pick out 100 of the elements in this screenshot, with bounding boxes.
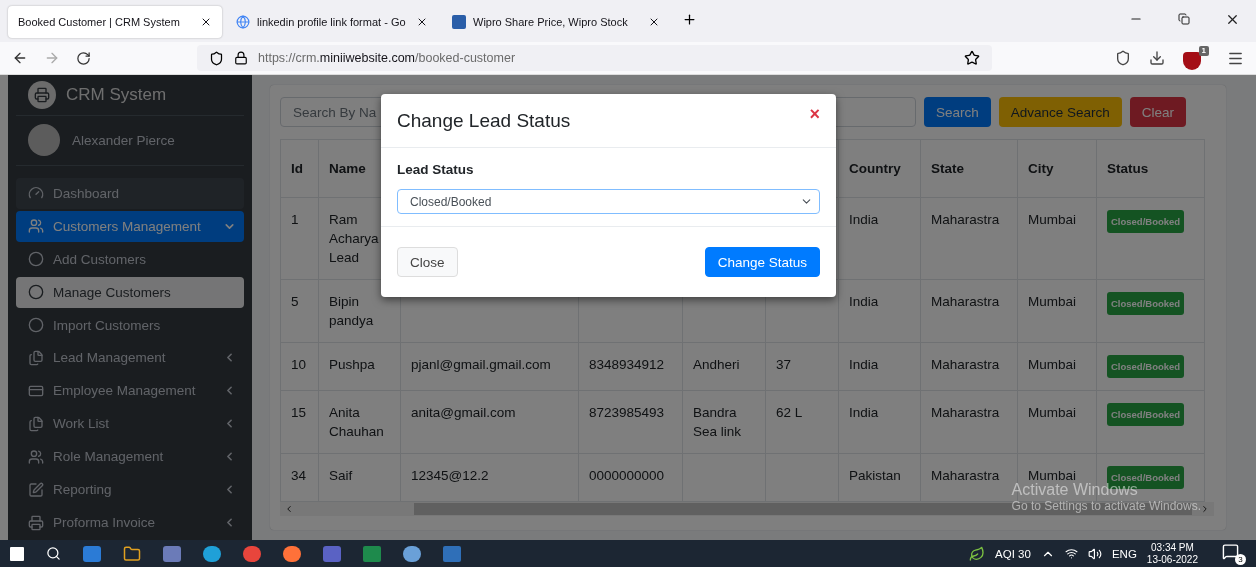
sidebar-item[interactable]: Employee Management — [16, 375, 244, 407]
app-icon[interactable] — [163, 545, 181, 562]
table-cell: India — [838, 279, 921, 343]
table-cell: 10 — [280, 342, 319, 391]
sidebar-item[interactable]: Import Customers — [16, 309, 244, 341]
status-badge: Closed/Booked — [1107, 403, 1185, 426]
table-cell: 34 — [280, 453, 319, 502]
users-icon — [28, 448, 44, 465]
browser-tab[interactable]: Booked Customer | CRM System — [8, 6, 222, 38]
app-icon[interactable] — [283, 545, 301, 562]
sidebar-item[interactable]: Work List — [16, 408, 244, 440]
status-badge: Closed/Booked — [1107, 210, 1185, 233]
table-cell: 1 — [280, 197, 319, 280]
user-name[interactable]: Alexander Pierce — [72, 132, 175, 148]
stock-icon — [452, 15, 466, 29]
column-header: Id — [280, 139, 319, 198]
sidebar-item[interactable]: Customers Management — [16, 210, 244, 242]
table-cell: 37 — [765, 342, 839, 391]
address-bar[interactable]: https://crm.miniiwebsite.com/booked-customer — [197, 45, 992, 71]
column-header: Status — [1096, 139, 1205, 198]
close-icon[interactable] — [416, 16, 428, 28]
shield-icon — [209, 50, 224, 66]
app-icon[interactable] — [83, 545, 101, 562]
table-cell: India — [838, 390, 921, 454]
table-cell: 0000000000 — [578, 453, 683, 502]
table-cell: 15 — [280, 390, 319, 454]
lock-icon — [234, 51, 248, 65]
table-cell: Maharastra — [920, 197, 1018, 280]
table-cell: Maharastra — [920, 342, 1018, 391]
circle-icon — [28, 284, 44, 301]
column-header: City — [1017, 139, 1097, 198]
restore-icon[interactable] — [1178, 13, 1190, 25]
table-cell: India — [838, 197, 921, 280]
action-button[interactable]: Clear — [1129, 97, 1187, 127]
table-cell: 8723985493 — [578, 390, 683, 454]
download-icon[interactable] — [1149, 50, 1165, 66]
table-cell: Mumbai — [1017, 197, 1097, 280]
sidebar-item[interactable]: Role Management — [16, 441, 244, 473]
table-cell: Bandra Sea link — [682, 390, 766, 454]
close-button[interactable]: × — [809, 104, 820, 125]
table-cell: Mumbai — [1017, 279, 1097, 343]
table-cell: 5 — [280, 279, 319, 343]
modal-title: Change Lead Status — [397, 109, 571, 132]
app-icon[interactable] — [443, 545, 461, 562]
close-icon[interactable] — [648, 16, 660, 28]
edit-icon — [28, 481, 44, 498]
chevron-right-icon[interactable] — [1200, 504, 1210, 514]
table-cell: 62 L — [765, 390, 839, 454]
table-cell: pjanl@gmail.gmail.com — [400, 342, 579, 391]
sidebar-item[interactable]: Dashboard — [16, 177, 244, 209]
star-icon[interactable] — [964, 50, 980, 66]
sidebar-item[interactable]: Lead Management — [16, 342, 244, 374]
app-icon[interactable] — [323, 545, 341, 562]
action-button[interactable]: Advance Search — [998, 97, 1122, 127]
table-cell: Maharastra — [920, 390, 1018, 454]
browser-tab[interactable]: linkedin profile link format - Go — [226, 6, 438, 38]
browser-tab[interactable]: Wipro Share Price, Wipro Stock — [442, 6, 670, 38]
horizontal-scrollbar[interactable] — [280, 502, 1214, 516]
brand-name[interactable]: CRM System — [66, 84, 167, 105]
app-icon[interactable] — [403, 545, 421, 562]
table-cell: Mumbai — [1017, 342, 1097, 391]
action-button[interactable]: Search — [924, 97, 991, 127]
search-icon[interactable] — [46, 546, 61, 561]
language-indicator[interactable]: ENG — [1111, 547, 1137, 560]
table-cell: Maharastra — [920, 279, 1018, 343]
app-icon[interactable] — [203, 545, 221, 562]
volume-icon[interactable] — [1087, 546, 1102, 561]
close-icon[interactable] — [200, 16, 212, 28]
table-cell: anita@gmail.com — [400, 390, 579, 454]
app-icon[interactable] — [363, 545, 381, 562]
table-cell: Saif — [318, 453, 401, 502]
folder-icon[interactable] — [123, 544, 141, 563]
sidebar-item[interactable]: Add Customers — [16, 243, 244, 275]
globe-icon — [236, 15, 250, 29]
users-icon — [28, 218, 44, 235]
status-select[interactable]: Closed/Booked — [397, 189, 820, 214]
table-cell: 12345@12.2 — [400, 453, 579, 502]
dialog-button[interactable]: Change Status — [704, 247, 820, 277]
status-badge: Closed/Booked — [1107, 355, 1185, 378]
sidebar-item[interactable]: Reporting — [16, 474, 244, 506]
sidebar-item[interactable]: Proforma Invoice — [16, 507, 244, 539]
reload-button[interactable] — [76, 50, 91, 66]
circle-icon — [28, 251, 44, 268]
wifi-icon[interactable] — [1064, 547, 1078, 560]
chevron-left-icon[interactable] — [284, 504, 294, 514]
logo-icon — [28, 80, 56, 109]
circle-icon — [28, 317, 44, 334]
app-icon[interactable] — [243, 545, 261, 562]
table-cell: 8348934912 — [578, 342, 683, 391]
table-cell: India — [838, 342, 921, 391]
column-header: State — [920, 139, 1018, 198]
windows-logo-icon[interactable] — [10, 546, 24, 561]
clock[interactable]: 03:34 PM 13-06-2022 — [1146, 541, 1198, 566]
back-button[interactable] — [12, 50, 28, 66]
table-cell: Pushpa — [318, 342, 401, 391]
sidebar-item[interactable]: Manage Customers — [16, 276, 244, 308]
new-tab-icon[interactable] — [682, 11, 697, 27]
aqi-reading[interactable]: AQI 30 — [995, 547, 1031, 560]
dialog-button[interactable]: Close — [397, 247, 458, 277]
table-cell: Andheri — [682, 342, 766, 391]
